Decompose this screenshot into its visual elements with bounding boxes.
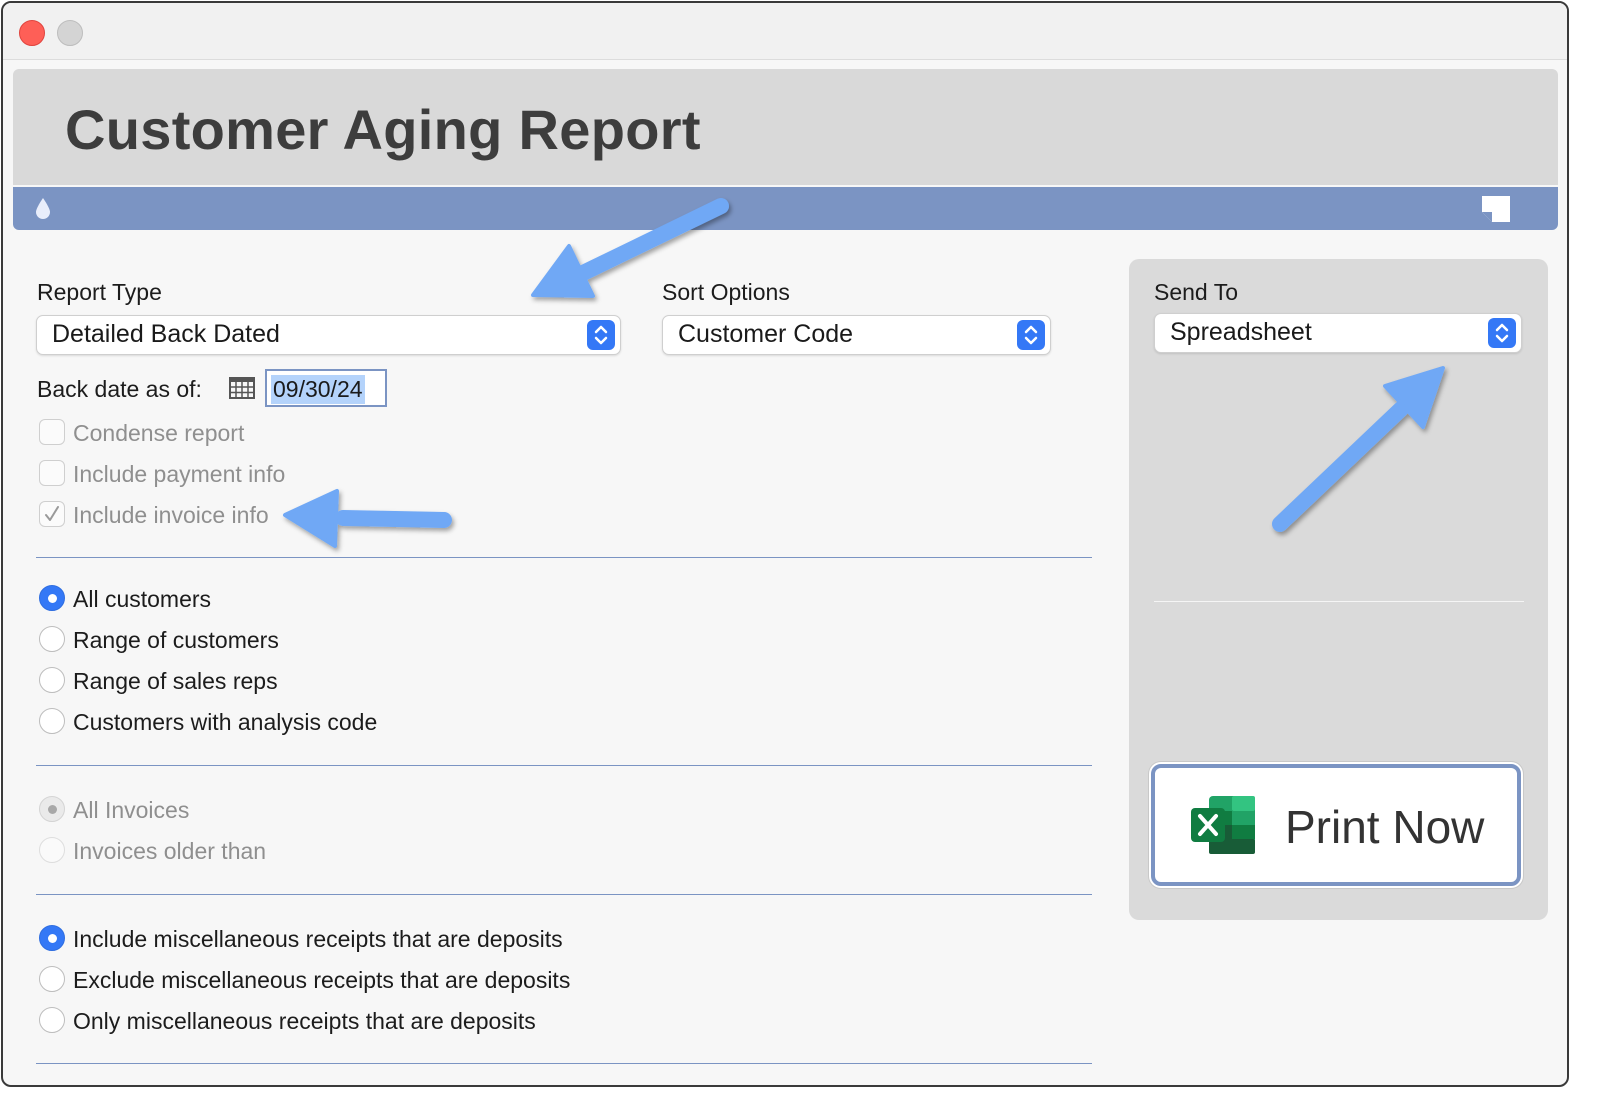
include-misc-receipts-label: Include miscellaneous receipts that are … xyxy=(73,926,563,952)
all-customers-label: All customers xyxy=(73,586,212,612)
only-misc-receipts-label: Only miscellaneous receipts that are dep… xyxy=(73,1008,536,1034)
include-invoice-info-label: Include invoice info xyxy=(73,502,269,528)
separator xyxy=(36,557,1092,558)
separator xyxy=(36,894,1092,895)
minimize-window-button[interactable] xyxy=(57,20,83,46)
sort-options-select[interactable]: Customer Code xyxy=(662,315,1051,355)
stepper-icon xyxy=(1488,318,1516,348)
print-now-label: Print Now xyxy=(1285,801,1485,853)
send-to-select[interactable]: Spreadsheet xyxy=(1154,313,1522,353)
report-type-value: Detailed Back Dated xyxy=(52,320,280,348)
close-window-button[interactable] xyxy=(19,20,45,46)
send-to-value: Spreadsheet xyxy=(1170,318,1312,346)
print-now-button[interactable]: Print Now xyxy=(1151,764,1521,886)
separator xyxy=(36,765,1092,766)
stepper-icon xyxy=(1017,320,1045,350)
note-icon[interactable] xyxy=(1482,196,1510,222)
exclude-misc-receipts-label: Exclude miscellaneous receipts that are … xyxy=(73,967,571,993)
separator xyxy=(36,1063,1092,1064)
page-title: Customer Aging Report xyxy=(65,98,701,161)
calendar-icon[interactable] xyxy=(229,377,255,399)
all-invoices-radio[interactable] xyxy=(39,796,65,822)
include-payment-info-checkbox[interactable] xyxy=(39,460,65,486)
condense-report-checkbox[interactable] xyxy=(39,419,65,445)
range-of-customers-label: Range of customers xyxy=(73,627,279,653)
toolbar-strip xyxy=(13,187,1558,230)
title-bar xyxy=(3,3,1567,60)
include-misc-receipts-radio[interactable] xyxy=(39,925,65,951)
customers-with-analysis-code-radio[interactable] xyxy=(39,708,65,734)
range-of-sales-reps-radio[interactable] xyxy=(39,667,65,693)
separator xyxy=(1154,601,1524,602)
range-of-sales-reps-label: Range of sales reps xyxy=(73,668,278,694)
stepper-icon xyxy=(587,320,615,350)
excel-icon xyxy=(1191,796,1255,854)
include-payment-info-label: Include payment info xyxy=(73,461,286,487)
report-type-select[interactable]: Detailed Back Dated xyxy=(36,315,621,355)
back-date-value: 09/30/24 xyxy=(271,375,365,404)
back-date-field[interactable]: 09/30/24 xyxy=(265,369,387,407)
drop-icon[interactable] xyxy=(35,197,51,219)
all-customers-radio[interactable] xyxy=(39,585,65,611)
include-invoice-info-checkbox[interactable] xyxy=(39,501,65,527)
sort-options-label: Sort Options xyxy=(662,279,790,305)
all-invoices-label: All Invoices xyxy=(73,797,190,823)
send-to-label: Send To xyxy=(1154,279,1238,305)
customers-with-analysis-code-label: Customers with analysis code xyxy=(73,709,378,735)
checkmark-icon xyxy=(45,506,59,521)
send-to-panel: Send To Spreadsheet Print Now xyxy=(1129,259,1548,920)
exclude-misc-receipts-radio[interactable] xyxy=(39,966,65,992)
condense-report-label: Condense report xyxy=(73,420,245,446)
report-window: Customer Aging Report Report Type Detail… xyxy=(1,1,1569,1087)
back-date-label: Back date as of: xyxy=(37,376,202,402)
invoices-older-than-radio[interactable] xyxy=(39,837,65,863)
invoices-older-than-label: Invoices older than xyxy=(73,838,267,864)
only-misc-receipts-radio[interactable] xyxy=(39,1007,65,1033)
report-type-label: Report Type xyxy=(37,279,162,305)
range-of-customers-radio[interactable] xyxy=(39,626,65,652)
sort-options-value: Customer Code xyxy=(678,320,854,348)
report-header: Customer Aging Report xyxy=(13,69,1558,185)
